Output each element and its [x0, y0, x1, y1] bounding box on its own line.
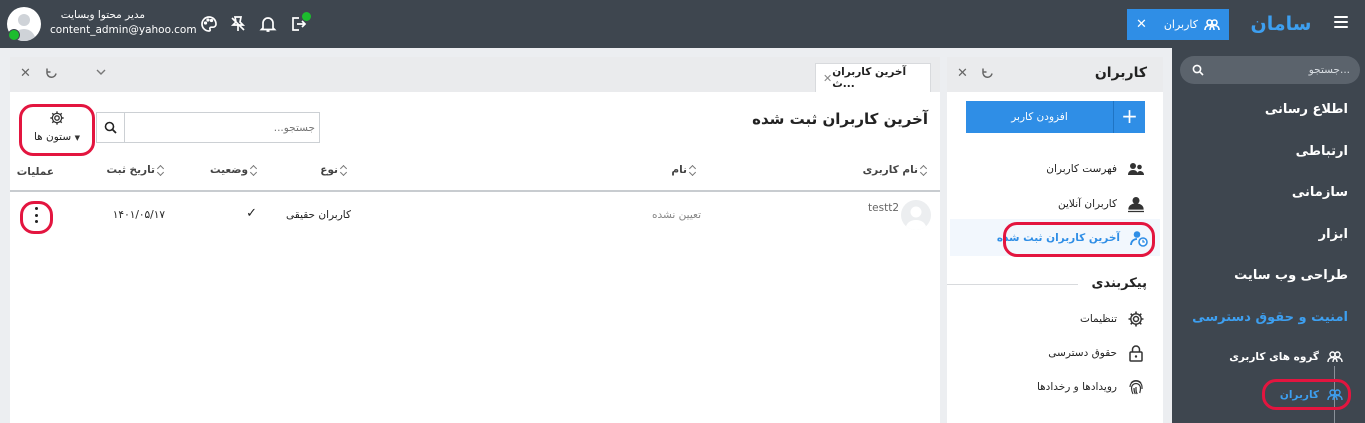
menu-icon[interactable]: [1334, 16, 1348, 28]
menu-item-label: آخرین کاربران ثبت شده: [996, 232, 1120, 244]
sidebar-subitem-label: گروه های کاربری: [1229, 351, 1319, 363]
refresh-icon[interactable]: [981, 67, 994, 80]
sidebar-search-placeholder: جستجو...: [1308, 64, 1350, 76]
search-icon: [1192, 64, 1204, 76]
sidebar-item-tools[interactable]: ابزار: [1319, 227, 1348, 242]
top-tab-label: کاربران: [1163, 18, 1198, 31]
user-info[interactable]: مدیر محتوا وبسایت content_admin@yahoo.co…: [50, 8, 197, 38]
sidebar-item-communication[interactable]: ارتباطی: [1296, 144, 1348, 159]
cell-date: ۱۴۰۱/۰۵/۱۷: [112, 209, 165, 221]
cell-name: تعیین نشده: [652, 209, 701, 221]
brand-logo[interactable]: سامان: [1240, 9, 1322, 39]
sort-icon: [250, 165, 258, 176]
sort-icon: [157, 165, 165, 176]
palette-icon[interactable]: [200, 15, 218, 33]
pin-off-icon[interactable]: [229, 15, 247, 33]
online-dot: [302, 12, 311, 21]
menu-item-online-users[interactable]: کاربران آنلاین: [1058, 195, 1145, 213]
columns-button-label: ستون ها: [33, 131, 72, 143]
sidebar-item-security[interactable]: امنیت و حقوق دسترسی: [1192, 310, 1348, 325]
cell-username: testt2: [868, 202, 899, 214]
main-panel-header: [10, 57, 940, 92]
menu-item-label: تنظیمات: [1079, 313, 1117, 325]
sort-icon: [340, 165, 348, 176]
users-icon: [1204, 18, 1220, 30]
gear-icon: [50, 111, 64, 125]
sort-icon: [689, 165, 697, 176]
lock-icon: [1129, 345, 1143, 362]
users-icon: [1327, 389, 1343, 401]
columns-button[interactable]: ستون ها ▼: [30, 108, 84, 150]
col-label: نام کاربری: [862, 164, 918, 176]
menu-item-recent-users[interactable]: آخرین کاربران ثبت شده: [997, 229, 1148, 247]
more-vertical-icon[interactable]: [34, 207, 38, 223]
user-email: content_admin@yahoo.com: [50, 24, 197, 36]
close-icon[interactable]: ✕: [1136, 17, 1147, 32]
user-icon: [1128, 197, 1144, 213]
col-label: نام: [671, 164, 687, 176]
gear-icon: [1128, 311, 1144, 327]
sidebar-subitem-users[interactable]: کاربران: [1280, 387, 1343, 403]
col-date[interactable]: تاریخ ثبت: [107, 164, 165, 176]
sidebar-item-web-design[interactable]: طراحی وب سایت: [1234, 268, 1348, 283]
cell-type: کاربران حقیقی: [286, 209, 351, 221]
close-icon[interactable]: ✕: [823, 72, 832, 85]
col-name[interactable]: نام: [671, 164, 697, 176]
divider: [947, 284, 1078, 285]
col-label: وضعیت: [209, 164, 248, 176]
sidebar-item-notification[interactable]: اطلاع رسانی: [1265, 102, 1348, 117]
menu-item-label: فهرست کاربران: [1046, 163, 1117, 175]
menu-item-settings[interactable]: تنظیمات: [1080, 310, 1145, 328]
users-icon: [1128, 163, 1144, 175]
chevron-down-icon[interactable]: [96, 69, 106, 76]
col-label: تاریخ ثبت: [106, 164, 155, 176]
menu-item-label: کاربران آنلاین: [1058, 198, 1117, 210]
users-icon: [1327, 351, 1343, 363]
menu-item-label: حقوق دسترسی: [1048, 347, 1117, 359]
menu-item-label: رویدادها و رخدادها: [1036, 381, 1117, 393]
col-username[interactable]: نام کاربری: [863, 164, 928, 176]
col-status[interactable]: وضعیت: [210, 164, 258, 176]
col-type[interactable]: نوع: [320, 164, 348, 176]
cell-status: ✓: [246, 206, 257, 221]
page-title: آخرین کاربران ثبت شده: [752, 110, 928, 128]
tab-label: آخرین کاربران ث...: [832, 66, 907, 90]
sort-icon: [920, 165, 928, 176]
users-panel-title: کاربران: [1094, 65, 1147, 81]
add-user-button[interactable]: افزودن کاربر +: [966, 101, 1145, 133]
close-icon[interactable]: ✕: [20, 66, 31, 81]
col-label: عملیات: [16, 166, 54, 178]
sidebar-subitem-user-groups[interactable]: گروه های کاربری: [1229, 349, 1343, 365]
col-actions: عملیات: [17, 166, 54, 178]
search-input[interactable]: [125, 113, 319, 142]
search-button[interactable]: [97, 113, 125, 142]
user-name: مدیر محتوا وبسایت: [60, 9, 145, 21]
close-icon[interactable]: ✕: [957, 66, 968, 81]
refresh-icon[interactable]: [45, 67, 58, 80]
search-icon: [104, 121, 117, 134]
caret-down-icon: ▼: [74, 134, 81, 142]
menu-item-access-rights[interactable]: حقوق دسترسی: [1048, 344, 1145, 362]
menu-item-user-list[interactable]: فهرست کاربران: [1046, 160, 1145, 178]
top-tab-users[interactable]: ✕ کاربران: [1127, 9, 1229, 40]
user-clock-icon: [1130, 231, 1148, 247]
sidebar-item-organization[interactable]: سازمانی: [1292, 185, 1348, 200]
add-user-label: افزودن کاربر: [1011, 111, 1068, 123]
col-label: نوع: [320, 164, 338, 176]
fingerprint-icon: [1129, 380, 1143, 395]
section-title: پیکربندی: [1091, 276, 1147, 291]
bell-icon[interactable]: [259, 15, 277, 33]
search-box[interactable]: [96, 112, 320, 143]
row-avatar: [901, 200, 931, 230]
sidebar-search[interactable]: جستجو...: [1180, 56, 1360, 84]
status-indicator: [8, 29, 20, 41]
plus-icon: +: [1113, 101, 1145, 133]
menu-item-events[interactable]: رویدادها و رخدادها: [1037, 378, 1145, 396]
tab-recent-users[interactable]: ✕ آخرین کاربران ث...: [815, 63, 931, 92]
header-divider: [10, 190, 940, 192]
sidebar-subitem-label: کاربران: [1279, 389, 1319, 401]
